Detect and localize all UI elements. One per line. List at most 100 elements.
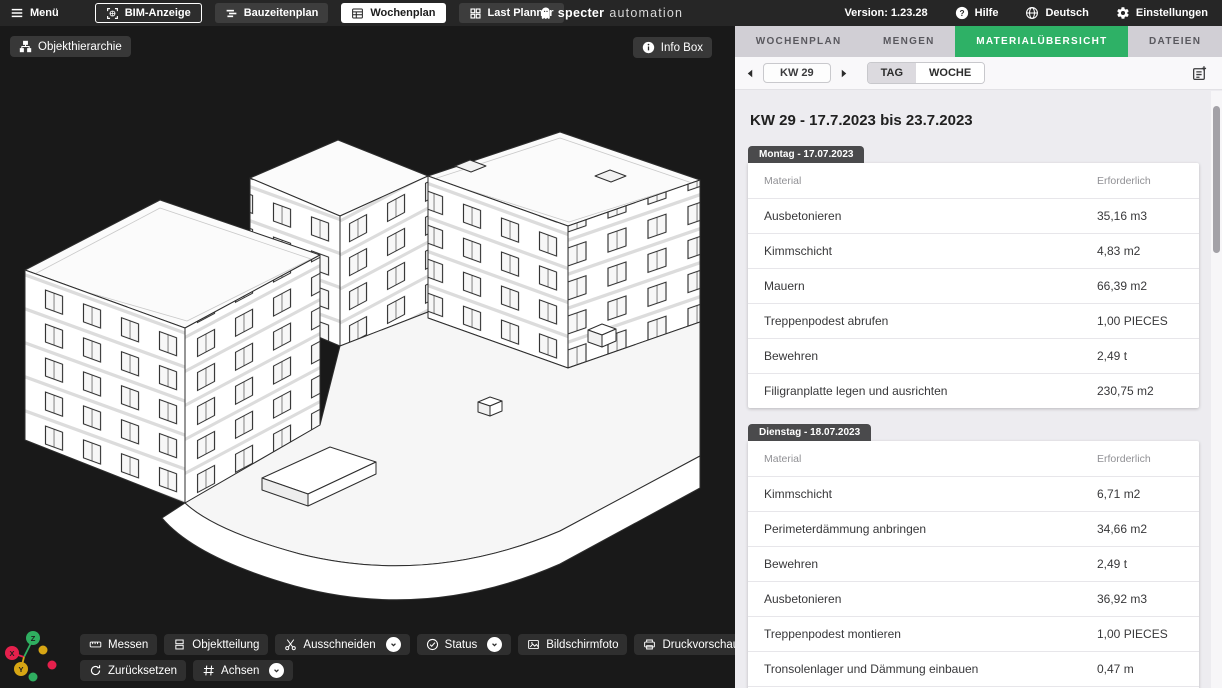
- svg-text:?: ?: [959, 8, 964, 18]
- reset-icon: [89, 664, 102, 677]
- chevron-down-icon[interactable]: [487, 637, 502, 652]
- version-label: Version: 1.23.28: [844, 7, 927, 19]
- cell-required: 6,71 m2: [1097, 487, 1183, 501]
- next-week-button[interactable]: [838, 68, 849, 79]
- cell-required: 2,49 t: [1097, 349, 1183, 363]
- tab-materialuebersicht[interactable]: MATERIALÜBERSICHT: [955, 26, 1128, 57]
- viewport-button-messen[interactable]: Messen: [80, 634, 157, 655]
- bim-viewport[interactable]: Objekthierarchie Info Box Messen Objektte…: [0, 26, 735, 688]
- topbar-button-wochenplan[interactable]: Wochenplan: [341, 3, 445, 23]
- cell-required: 230,75 m2: [1097, 384, 1183, 398]
- day-section: Montag - 17.07.2023MaterialErforderlichA…: [748, 144, 1199, 408]
- object-hierarchy-button[interactable]: Objekthierarchie: [10, 36, 131, 57]
- toolbar-button-label: Achsen: [221, 665, 259, 677]
- table-row: Bewehren2,49 t: [748, 546, 1199, 581]
- toolbar-row-2: Zurücksetzen Achsen: [80, 660, 735, 681]
- cell-material: Filigranplatte legen und ausrichten: [764, 384, 1097, 398]
- ruler-icon: [89, 638, 102, 651]
- info-icon: [642, 41, 655, 54]
- hierarchy-icon: [19, 40, 32, 53]
- help-icon: ?: [955, 6, 969, 20]
- cell-required: 34,66 m2: [1097, 522, 1183, 536]
- table-row: Ausbetonieren36,92 m3: [748, 581, 1199, 616]
- cell-material: Bewehren: [764, 349, 1097, 363]
- tab-dateien[interactable]: DATEIEN: [1128, 26, 1222, 57]
- axis-dot-neg-x[interactable]: [48, 661, 57, 670]
- column-required: Erforderlich: [1097, 453, 1183, 465]
- cell-material: Kimmschicht: [764, 487, 1097, 501]
- viewport-button-druckvorschau[interactable]: Druckvorschau: [634, 634, 735, 655]
- scissors-icon: [284, 638, 297, 651]
- scrollbar-track[interactable]: [1211, 91, 1222, 688]
- panel-content: KW 29 - 17.7.2023 bis 23.7.2023 Montag -…: [735, 91, 1211, 688]
- cell-material: Treppenpodest abrufen: [764, 314, 1097, 328]
- viewport-button-objektteilung[interactable]: Objektteilung: [164, 634, 268, 655]
- prev-week-button[interactable]: [745, 68, 756, 79]
- toolbar-button-label: Ausschneiden: [303, 639, 375, 651]
- info-box-button[interactable]: Info Box: [633, 37, 712, 58]
- image-icon: [527, 638, 540, 651]
- week-heading: KW 29 - 17.7.2023 bis 23.7.2023: [750, 112, 1199, 129]
- cell-required: 35,16 m3: [1097, 209, 1183, 223]
- material-table: MaterialErforderlichAusbetonieren35,16 m…: [748, 163, 1199, 408]
- menu-label: Menü: [30, 7, 59, 19]
- note-add-icon[interactable]: [1191, 65, 1208, 82]
- axis-dot-neg-z[interactable]: [29, 673, 38, 682]
- week-selector[interactable]: KW 29: [763, 63, 831, 83]
- material-table: MaterialErforderlichKimmschicht6,71 m2Pe…: [748, 441, 1199, 688]
- cell-required: 0,47 m: [1097, 662, 1183, 676]
- table-row: Treppenpodest montieren1,00 PIECES: [748, 616, 1199, 651]
- cell-required: 66,39 m2: [1097, 279, 1183, 293]
- topbar-item-hilfe[interactable]: ? Hilfe: [955, 6, 999, 20]
- day-section: Dienstag - 18.07.2023 MaterialErforderlic…: [748, 422, 1199, 688]
- toolbar-button-label: Bildschirmfoto: [546, 639, 618, 651]
- tab-wochenplan[interactable]: WOCHENPLAN: [735, 26, 862, 57]
- viewport-button-ausschneiden[interactable]: Ausschneiden: [275, 634, 409, 655]
- day-badge: Dienstag - 18.07.2023: [748, 424, 871, 441]
- table-icon: [351, 7, 364, 20]
- topbar-button-bim-anzeige[interactable]: BIM-Anzeige: [95, 3, 202, 23]
- cell-material: Kimmschicht: [764, 244, 1097, 258]
- toolbar-button-label: Zurücksetzen: [108, 665, 177, 677]
- tab-mengen[interactable]: MENGEN: [862, 26, 955, 57]
- topbar-item-label: Deutsch: [1045, 7, 1088, 19]
- viewport-toolbar: Messen Objektteilung Ausschneiden Status Bil…: [80, 634, 735, 681]
- topbar-item-einstellungen[interactable]: Einstellungen: [1116, 6, 1208, 20]
- toggle-tag[interactable]: TAG: [868, 63, 916, 83]
- scrollbar-thumb[interactable]: [1213, 106, 1220, 253]
- viewport-button-zuruecksetzen[interactable]: Zurücksetzen: [80, 660, 186, 681]
- table-row: Kimmschicht4,83 m2: [748, 233, 1199, 268]
- topbar-item-label: Hilfe: [975, 7, 999, 19]
- hamburger-icon: [10, 6, 24, 20]
- ghost-icon: [539, 6, 553, 21]
- panel-tabs: WOCHENPLAN MENGENMATERIALÜBERSICHTDATEIEN: [735, 26, 1222, 57]
- cell-required: 1,00 PIECES: [1097, 627, 1183, 641]
- viewport-button-status[interactable]: Status: [417, 634, 512, 655]
- info-box-label: Info Box: [661, 42, 703, 54]
- chevron-down-icon[interactable]: [269, 663, 284, 678]
- axis-dot-neg-y[interactable]: [39, 646, 48, 655]
- cell-material: Ausbetonieren: [764, 209, 1097, 223]
- toolbar-button-label: Status: [445, 639, 478, 651]
- tab-label: WOCHENPLAN: [756, 36, 842, 47]
- column-material: Material: [764, 453, 1097, 465]
- topbar-item-deutsch[interactable]: Deutsch: [1025, 6, 1088, 20]
- axis-gizmo[interactable]: Z X Y: [2, 624, 64, 686]
- viewport-button-achsen[interactable]: Achsen: [193, 660, 293, 681]
- topbar-button-bauzeitenplan[interactable]: Bauzeitenplan: [215, 3, 329, 23]
- menu-button[interactable]: Menü: [10, 6, 59, 20]
- viewport-button-bildschirmfoto[interactable]: Bildschirmfoto: [518, 634, 627, 655]
- topbar-button-label: Wochenplan: [370, 7, 435, 19]
- cell-material: Mauern: [764, 279, 1097, 293]
- table-row: Tronsolenlager und Dämmung einbauen0,47 …: [748, 651, 1199, 686]
- object-hierarchy-label: Objekthierarchie: [38, 41, 122, 53]
- week-navigation: KW 29 TAG WOCHE: [735, 57, 1222, 90]
- split-icon: [173, 638, 186, 651]
- axis-z-label: Z: [31, 634, 36, 643]
- toggle-woche[interactable]: WOCHE: [916, 63, 984, 83]
- table-row: Mauern66,39 m2: [748, 268, 1199, 303]
- day-week-toggle: TAG WOCHE: [867, 62, 986, 84]
- cell-material: Bewehren: [764, 557, 1097, 571]
- cell-required: 4,83 m2: [1097, 244, 1183, 258]
- chevron-down-icon[interactable]: [386, 637, 401, 652]
